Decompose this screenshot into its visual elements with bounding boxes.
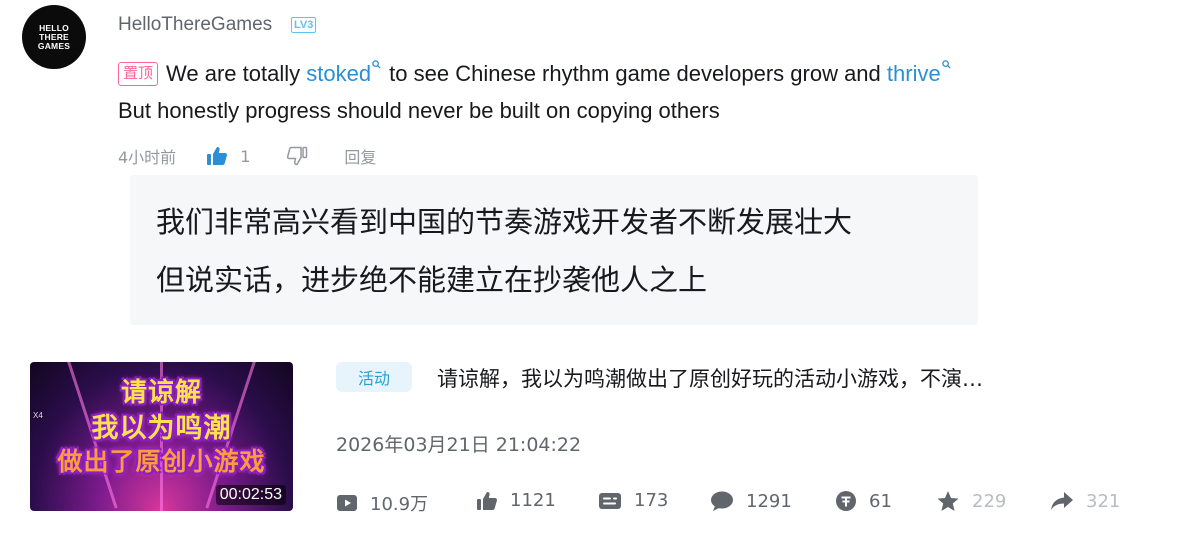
video-tag[interactable]: 活动 [336,362,412,392]
danmaku-count: 173 [634,490,669,511]
comments-count: 1291 [746,490,792,512]
comment-text-line-1: 置顶 We are totally stoked to see Chinese r… [118,60,951,87]
level-badge: LV3 [291,17,317,33]
coin-icon [836,491,856,511]
avatar-text-3: GAMES [37,40,71,51]
like-button[interactable]: 1 [206,146,250,166]
like-count: 1 [240,146,251,166]
favorites-count: 229 [972,490,1007,512]
play-icon [337,495,357,511]
translation-line-1: 我们非常高兴看到中国的节奏游戏开发者不断发展壮大 [156,205,853,239]
avatar[interactable]: HELLO THERE GAMES [22,5,86,69]
stat-favorites[interactable]: 229 [936,490,1006,512]
comment-icon [711,491,733,511]
comment-text-part: to see Chinese rhythm game developers gr… [383,61,887,86]
star-icon [937,491,959,511]
shares-count: 321 [1086,490,1121,512]
share-icon [1051,492,1073,510]
search-icon [372,60,381,69]
thumbs-up-icon [207,147,228,165]
danmaku-icon [599,492,621,509]
keyword-link-stoked[interactable]: stoked [306,61,371,86]
stat-coins[interactable]: 61 [835,490,892,512]
stat-danmaku: 173 [598,490,668,511]
translation-line-2: 但说实话，进步绝不能建立在抄袭他人之上 [156,263,708,297]
likes-count: 1121 [510,490,556,511]
stat-likes[interactable]: 1121 [476,490,556,511]
reply-button[interactable]: 回复 [344,144,376,168]
username[interactable]: HelloThereGames [118,14,272,36]
video-duration: 00:02:53 [215,485,286,505]
coins-count: 61 [869,490,892,512]
comment-text-part: We are totally [166,61,307,86]
thumbnail-text-3: 做出了原创小游戏 [57,447,266,476]
thumbs-down-icon [287,146,308,166]
comment-text-line-2: But honestly progress should never be bu… [118,98,720,123]
thumbs-up-icon [477,491,498,510]
comment-time: 4小时前 [118,148,177,167]
keyword-link-thrive[interactable]: thrive [887,61,941,86]
thumbnail-text-2: 我以为鸣潮 [91,413,232,444]
comment-meta: 4小时前 1 回复 [118,144,376,168]
stat-comments[interactable]: 1291 [710,490,792,512]
stat-shares[interactable]: 321 [1050,490,1120,512]
search-icon [941,60,951,69]
video-thumbnail[interactable]: X4 请谅解 我以为鸣潮 做出了原创小游戏 00:02:53 [30,362,293,511]
translation-box: 我们非常高兴看到中国的节奏游戏开发者不断发展壮大 但说实话，进步绝不能建立在抄袭… [130,175,978,325]
video-publish-date: 2026年03月21日 21:04:22 [336,434,582,456]
pinned-badge: 置顶 [118,62,159,86]
stat-views: 10.9万 [336,490,428,516]
video-title[interactable]: 请谅解，我以为鸣潮做出了原创好玩的活动小游戏，不演… [437,363,1157,393]
dislike-button[interactable] [286,146,308,166]
thumbnail-text-1: 请谅解 [120,378,202,408]
views-count: 10.9万 [370,494,429,515]
